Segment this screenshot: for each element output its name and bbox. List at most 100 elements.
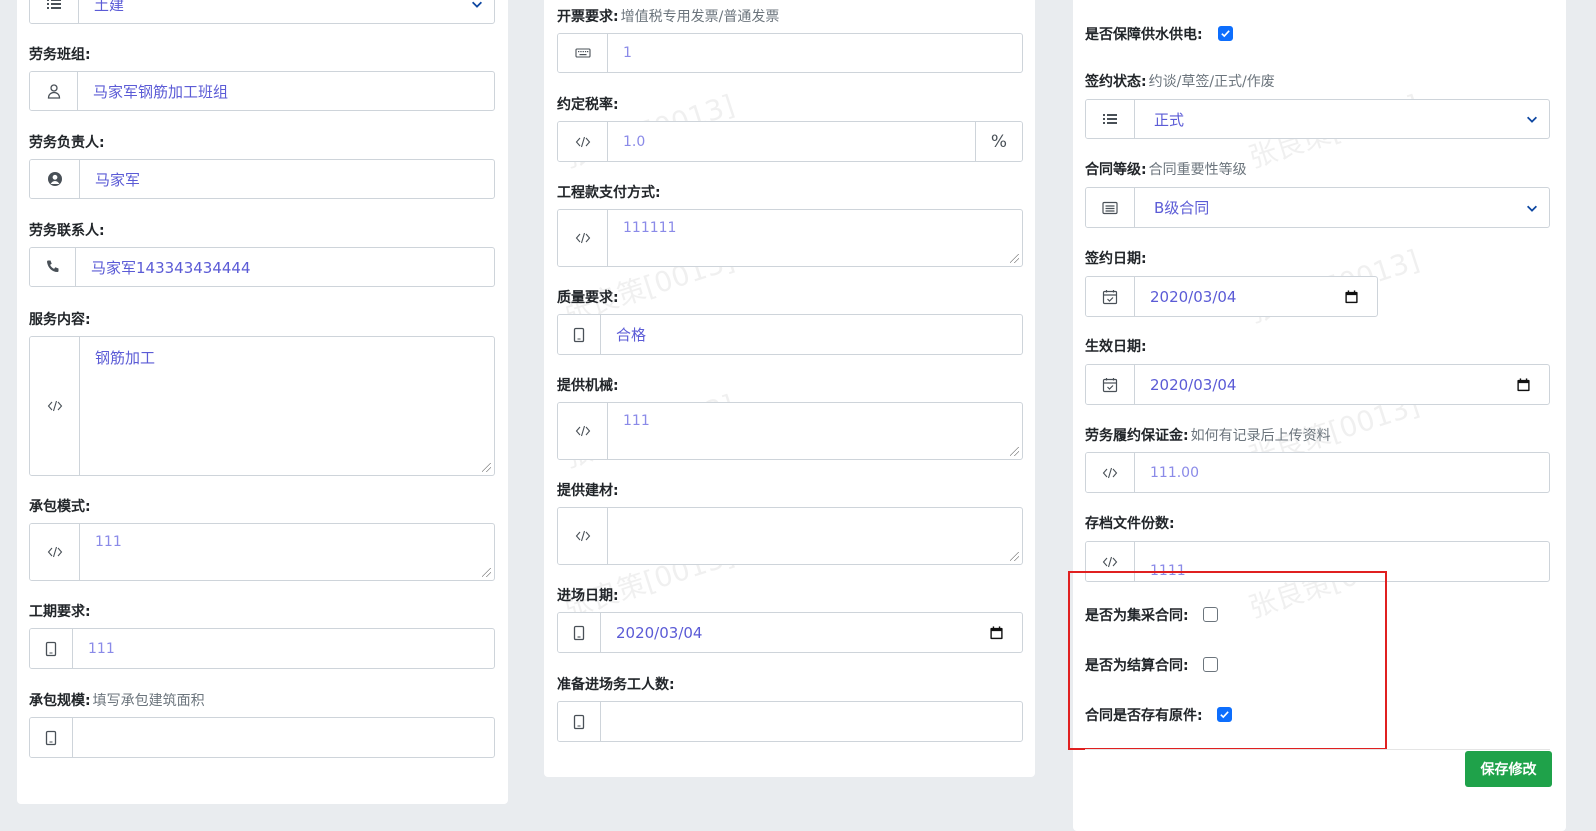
entry-date-input[interactable]: 2020/03/04 [601,613,1022,652]
quality-label: 质量要求: [557,290,619,306]
card-list-icon [1086,188,1135,227]
calendar-check-icon [1086,277,1135,316]
leader-input[interactable]: 马家军 [80,160,494,198]
mode-textarea[interactable]: 111 [80,524,494,580]
effective-date-field[interactable]: 2020/03/04 [1085,364,1550,405]
tablet-icon [30,629,73,668]
materials-field[interactable] [557,507,1023,565]
check-icon [1221,30,1230,38]
period-input[interactable]: 111 [73,629,494,668]
effective-date-input[interactable]: 2020/03/04 [1135,365,1549,404]
power-checkbox[interactable] [1218,26,1233,41]
scale-label: 承包规模: 填写承包建筑面积 [29,693,205,709]
status-value: 正式 [1154,110,1185,129]
deposit-label: 劳务履约保证金: 如何有记录后上传资料 [1085,428,1331,444]
machinery-textarea[interactable]: 111 [608,403,1022,459]
machinery-field[interactable]: 111 [557,402,1023,460]
payment-field[interactable]: 111111 [557,209,1023,267]
scale-input[interactable] [73,718,494,757]
calendar-icon[interactable] [1516,377,1531,392]
service-label: 服务内容: [29,312,91,328]
calendar-icon[interactable] [1344,289,1359,304]
entry-date-field[interactable]: 2020/03/04 [557,612,1023,653]
grade-label: 合同等级: 合同重要性等级 [1085,162,1247,178]
status-select[interactable]: 正式 [1085,99,1550,139]
period-label: 工期要求: [29,604,91,620]
contact-input[interactable]: 马家军143343434444 [76,248,494,286]
invoice-input[interactable]: 1 [608,34,1022,72]
chevron-down-icon [1527,205,1537,212]
code-icon [30,337,80,475]
payment-label: 工程款支付方式: [557,185,661,201]
team-input[interactable]: 马家军钢筋加工班组 [78,72,494,110]
list-icon [1086,100,1135,138]
power-label: 是否保障供水供电: [1085,27,1203,43]
tax-field[interactable]: 1.0 % [557,121,1023,162]
user-circle-icon [30,160,80,198]
period-field[interactable]: 111 [29,628,495,669]
calendar-check-icon [1086,365,1135,404]
grade-select[interactable]: B级合同 [1085,187,1550,228]
resize-handle[interactable] [1010,447,1019,456]
leader-label: 劳务负责人: [29,135,105,151]
mode-field[interactable]: 111 [29,523,495,581]
type-select[interactable]: 土建 [29,0,495,24]
sign-date-input[interactable]: 2020/03/04 [1135,277,1377,316]
calendar-icon[interactable] [989,625,1004,640]
invoice-field[interactable]: 1 [557,33,1023,73]
resize-handle[interactable] [482,463,491,472]
mode-label: 承包模式: [29,499,91,515]
code-icon [558,508,608,564]
contact-label: 劳务联系人: [29,223,105,239]
divider [1085,749,1550,750]
code-icon [558,210,608,266]
materials-textarea[interactable] [608,508,1022,564]
tax-label: 约定税率: [557,97,619,113]
quality-input[interactable]: 合格 [601,315,1022,354]
team-label: 劳务班组: [29,47,91,63]
scale-hint: 填写承包建筑面积 [92,693,205,709]
machinery-label: 提供机械: [557,378,619,394]
keyboard-icon [558,34,608,72]
chevron-down-icon [1527,116,1537,123]
invoice-hint: 增值税专用发票/普通发票 [620,9,780,25]
workers-input[interactable] [601,702,1022,741]
tax-input[interactable]: 1.0 [608,122,975,161]
phone-icon [30,248,76,286]
tablet-icon [30,718,73,757]
code-icon [1086,453,1135,492]
tablet-icon [558,315,601,354]
list-icon [30,0,79,23]
resize-handle[interactable] [482,568,491,577]
invoice-label: 开票要求: 增值税专用发票/普通发票 [557,9,780,25]
resize-handle[interactable] [1010,552,1019,561]
team-field[interactable]: 马家军钢筋加工班组 [29,71,495,111]
status-hint: 约谈/草签/正式/作废 [1148,74,1275,90]
code-icon [558,403,608,459]
percent-suffix: % [975,122,1022,161]
sign-date-field[interactable]: 2020/03/04 [1085,276,1378,317]
service-textarea[interactable]: 钢筋加工 [80,337,494,475]
leader-field[interactable]: 马家军 [29,159,495,199]
grade-value: B级合同 [1154,199,1210,217]
workers-field[interactable] [557,701,1023,742]
code-icon [558,122,608,161]
type-select-value: 土建 [94,0,125,14]
code-icon [30,524,80,580]
sign-date-label: 签约日期: [1085,251,1147,267]
deposit-input[interactable]: 111.00 [1135,453,1549,492]
payment-textarea[interactable]: 111111 [608,210,1022,266]
resize-handle[interactable] [1010,254,1019,263]
user-outline-icon [30,72,78,110]
quality-field[interactable]: 合格 [557,314,1023,355]
scale-field[interactable] [29,717,495,758]
tablet-icon [558,613,601,652]
tablet-icon [558,702,601,741]
materials-label: 提供建材: [557,483,619,499]
service-field[interactable]: 钢筋加工 [29,336,495,476]
status-label: 签约状态: 约谈/草签/正式/作废 [1085,74,1275,90]
save-button[interactable]: 保存修改 [1465,751,1552,787]
deposit-field[interactable]: 111.00 [1085,452,1550,493]
contact-field[interactable]: 马家军143343434444 [29,247,495,287]
deposit-hint: 如何有记录后上传资料 [1190,428,1331,444]
